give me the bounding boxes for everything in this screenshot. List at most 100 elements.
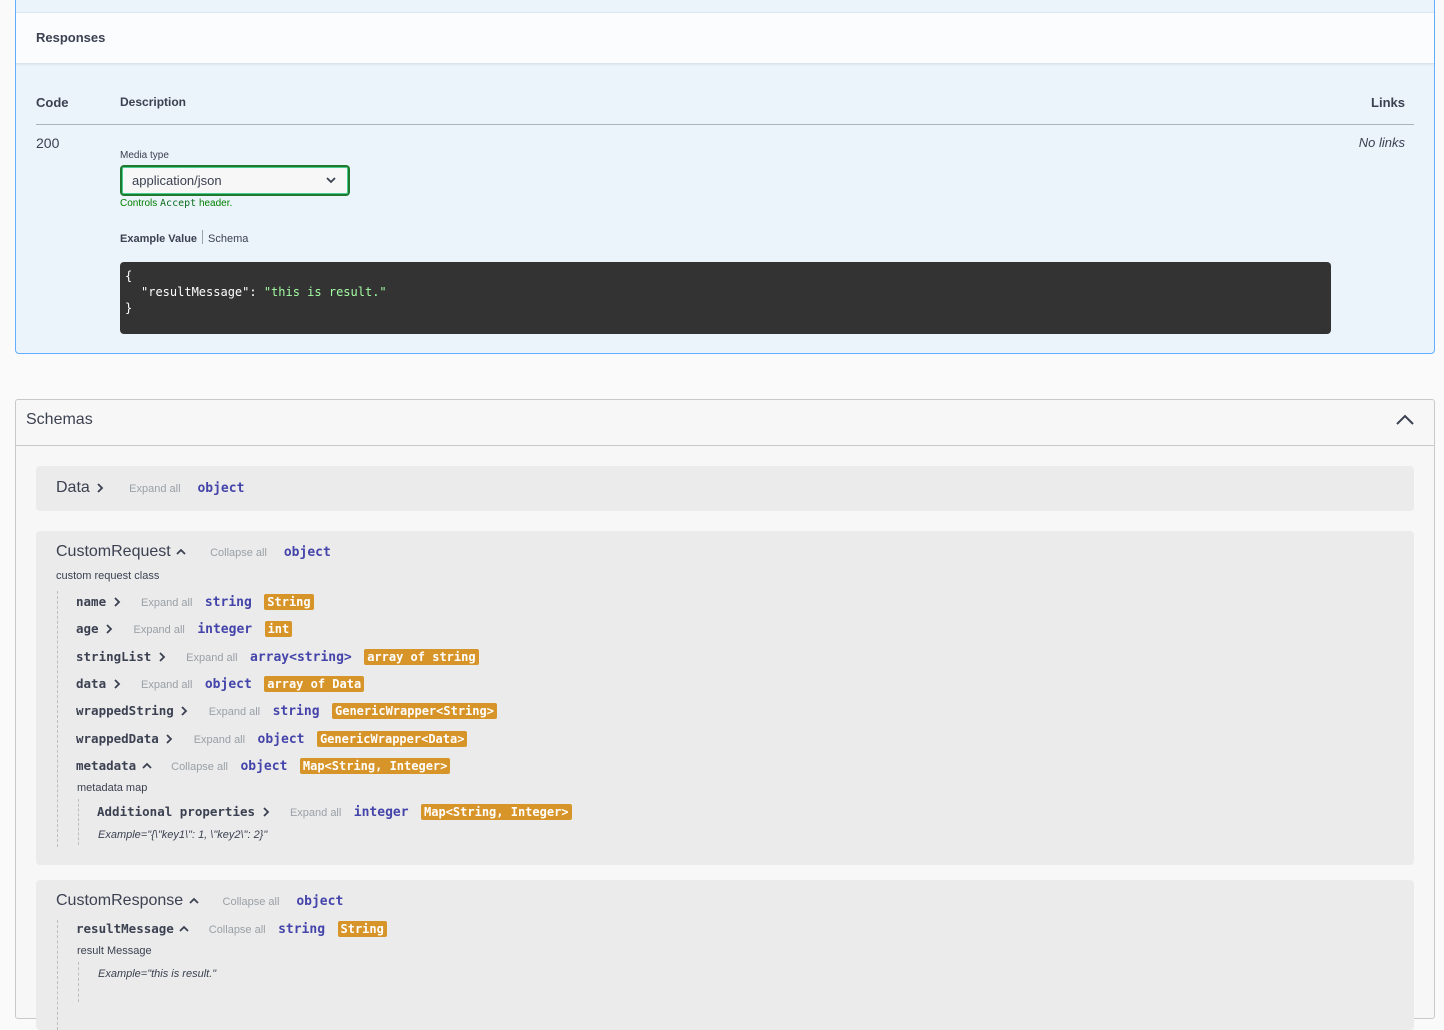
example-schema-tabs: Example Value Schema — [120, 230, 248, 245]
property-format-badge: GenericWrapper<String> — [332, 703, 497, 719]
property-type: string — [204, 595, 252, 610]
property-name: resultMessage — [76, 921, 174, 936]
model-custom-request: CustomRequest Collapse all object custom… — [36, 531, 1414, 865]
chevron-up-icon[interactable] — [141, 760, 153, 772]
model-name: CustomRequest — [56, 543, 171, 560]
property-type: object — [204, 677, 252, 692]
chevron-up-icon[interactable] — [1396, 414, 1414, 426]
chevron-right-icon[interactable] — [111, 596, 123, 608]
collapse-all-toggle[interactable]: Collapse all — [223, 896, 280, 908]
tab-example-value[interactable]: Example Value — [120, 233, 197, 245]
model-custom-response-header[interactable]: CustomResponse Collapse all object — [56, 892, 343, 910]
controls-code: Accept — [160, 198, 197, 209]
property-format-badge: int — [264, 621, 293, 637]
schemas-title: Schemas — [26, 411, 93, 428]
responses-header: Responses — [16, 12, 1434, 64]
tab-schema[interactable]: Schema — [208, 233, 248, 245]
model-custom-request-header[interactable]: CustomRequest Collapse all object — [56, 543, 331, 561]
property-name: metadata — [76, 758, 137, 773]
column-header-links: Links — [1371, 95, 1405, 110]
property-type: array<string> — [250, 650, 352, 665]
chevron-right-icon[interactable] — [94, 482, 106, 494]
expand-all-toggle[interactable]: Expand all — [186, 652, 237, 664]
property-type: object — [240, 759, 288, 774]
property-row-wrappeddata[interactable]: wrappedData Expand all object GenericWra… — [76, 730, 468, 748]
property-format-badge: Map<String, Integer> — [299, 758, 451, 774]
property-guide-line — [57, 920, 58, 1030]
chevron-right-icon[interactable] — [163, 733, 175, 745]
schemas-header[interactable]: Schemas — [16, 400, 1434, 446]
property-row-age[interactable]: age Expand all integer int — [76, 620, 293, 638]
property-format-badge: String — [264, 594, 314, 610]
property-row-wrappedstring[interactable]: wrappedString Expand all string GenericW… — [76, 702, 497, 720]
model-name: CustomResponse — [56, 892, 184, 909]
property-type: string — [272, 704, 320, 719]
responses-section: Responses Code Description Links 200 No … — [15, 0, 1435, 354]
property-type: integer — [197, 622, 253, 637]
media-type-select[interactable]: application/json — [120, 165, 350, 196]
property-name: data — [76, 676, 107, 691]
property-row-name[interactable]: name Expand all string String — [76, 593, 314, 611]
response-links: No links — [1358, 135, 1405, 150]
code-close-brace: } — [125, 301, 133, 315]
expand-all-toggle[interactable]: Expand all — [129, 483, 180, 495]
code-string-value: "this is result." — [263, 285, 387, 299]
property-name: wrappedData — [76, 731, 159, 746]
property-format-badge: String — [337, 921, 387, 937]
property-name: Additional properties — [97, 804, 256, 819]
metadata-guide-line — [78, 799, 79, 845]
chevron-right-icon[interactable] — [260, 806, 272, 818]
column-header-code: Code — [36, 95, 69, 110]
expand-all-toggle[interactable]: Expand all — [290, 807, 341, 819]
property-row-data[interactable]: data Expand all object array of Data — [76, 675, 365, 693]
chevron-up-icon[interactable] — [175, 546, 187, 558]
chevron-right-icon[interactable] — [103, 623, 115, 635]
model-custom-response: CustomResponse Collapse all object resul… — [36, 880, 1414, 1030]
expand-all-toggle[interactable]: Expand all — [141, 679, 192, 691]
code-key: "resultMessage" — [141, 285, 250, 299]
collapse-all-toggle[interactable]: Collapse all — [171, 761, 228, 773]
chevron-right-icon[interactable] — [156, 651, 168, 663]
model-data-header[interactable]: Data Expand all object — [56, 479, 244, 497]
property-format-badge: array of string — [364, 649, 479, 665]
response-code: 200 — [36, 135, 60, 151]
property-row-resultmessage[interactable]: resultMessage Collapse all string String — [76, 920, 387, 938]
expand-all-toggle[interactable]: Expand all — [209, 706, 260, 718]
property-type: string — [278, 922, 326, 937]
property-name: age — [76, 621, 99, 636]
code-line: "resultMessage": "this is result." — [125, 284, 1326, 300]
chevron-right-icon[interactable] — [178, 705, 190, 717]
media-type-value: application/json — [132, 173, 222, 188]
property-name: name — [76, 594, 107, 609]
schemas-section: Schemas Data Expand all object CustomReq… — [15, 399, 1435, 1030]
model-type: object — [296, 894, 344, 909]
property-example: Example="this is result." — [98, 968, 217, 980]
property-row-additional-properties[interactable]: Additional properties Expand all integer… — [97, 803, 572, 821]
model-type: object — [283, 545, 331, 560]
media-type-label: Media type — [120, 150, 169, 161]
chevron-right-icon[interactable] — [111, 678, 123, 690]
tab-divider — [202, 230, 204, 244]
property-format-badge: GenericWrapper<Data> — [316, 731, 468, 747]
collapse-all-toggle[interactable]: Collapse all — [210, 547, 267, 559]
model-description: custom request class — [56, 570, 160, 582]
chevron-up-icon[interactable] — [178, 923, 190, 935]
code-colon: : — [249, 285, 264, 299]
model-type: object — [197, 481, 245, 496]
property-name: wrappedString — [76, 703, 174, 718]
model-data: Data Expand all object — [36, 466, 1414, 511]
expand-all-toggle[interactable]: Expand all — [194, 734, 245, 746]
property-name: stringList — [76, 649, 152, 664]
controls-prefix: Controls — [120, 198, 158, 209]
property-guide-line — [57, 591, 58, 847]
property-inner-guide-line — [78, 962, 79, 1002]
expand-all-toggle[interactable]: Expand all — [133, 624, 184, 636]
expand-all-toggle[interactable]: Expand all — [141, 597, 192, 609]
collapse-all-toggle[interactable]: Collapse all — [209, 924, 266, 936]
property-format-badge: array of Data — [264, 676, 365, 692]
chevron-up-icon[interactable] — [188, 895, 200, 907]
property-row-stringlist[interactable]: stringList Expand all array<string> arra… — [76, 648, 479, 666]
property-row-metadata[interactable]: metadata Collapse all object Map<String,… — [76, 757, 451, 775]
property-type: integer — [353, 805, 409, 820]
controls-suffix: header. — [198, 198, 233, 209]
